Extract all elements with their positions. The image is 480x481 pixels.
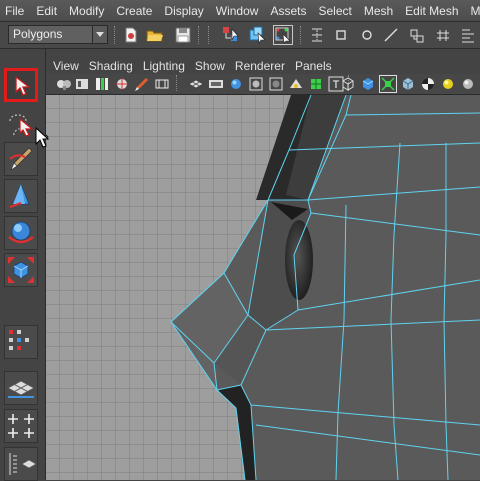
panel-menu-bar: View Shading Lighting Show Renderer Pane… <box>46 57 480 74</box>
select-tool-button[interactable] <box>4 68 38 102</box>
toolbar-divider <box>208 26 211 44</box>
menu-edit-mesh[interactable]: Edit Mesh <box>399 4 464 18</box>
outliner-icon <box>9 453 37 475</box>
history-icon[interactable] <box>460 26 478 44</box>
xray-cube-icon[interactable] <box>400 76 416 92</box>
status-line: Polygons <box>0 22 480 49</box>
new-scene-icon[interactable] <box>122 26 140 44</box>
toolbar-divider <box>176 75 179 91</box>
save-scene-icon[interactable] <box>174 26 192 44</box>
snap-point-icon[interactable] <box>332 26 350 44</box>
menu-assets[interactable]: Assets <box>264 4 312 18</box>
smooth-shade-icon[interactable] <box>228 76 244 92</box>
menu-modify[interactable]: Modify <box>63 4 110 18</box>
flat-shade-icon[interactable] <box>248 76 264 92</box>
open-scene-icon[interactable] <box>146 26 164 44</box>
wireframe-cube-icon[interactable] <box>340 76 356 92</box>
four-view-layout-button[interactable] <box>4 409 38 443</box>
bookmarks-icon[interactable] <box>74 76 90 92</box>
menu-set-dropdown[interactable]: Polygons <box>8 25 108 44</box>
scale-tool-button[interactable] <box>4 253 38 287</box>
paint-select-tool-button[interactable] <box>4 142 38 176</box>
film-gate-icon[interactable] <box>208 76 224 92</box>
perspective-viewport[interactable] <box>46 95 480 480</box>
menu-edit[interactable]: Edit <box>30 4 63 18</box>
shaded-cube-icon[interactable] <box>360 76 376 92</box>
select-hierarchy-icon[interactable] <box>222 26 240 44</box>
menu-set-value: Polygons <box>13 27 63 41</box>
menu-file[interactable]: File <box>0 4 30 18</box>
move-icon <box>9 182 30 208</box>
checker-texture-icon[interactable] <box>420 76 436 92</box>
scale-icon <box>8 257 34 283</box>
wireframe-on-shaded-icon[interactable] <box>379 75 397 93</box>
rotate-tool-button[interactable] <box>4 216 38 250</box>
snap-view-icon[interactable] <box>408 26 426 44</box>
panel-menu-lighting[interactable]: Lighting <box>138 59 190 73</box>
select-object-icon[interactable] <box>248 26 266 44</box>
default-light-icon[interactable] <box>440 76 456 92</box>
grease-pencil-icon[interactable] <box>134 76 150 92</box>
wireframe-shading-icon[interactable] <box>188 76 204 92</box>
select-component-icon[interactable] <box>273 25 293 45</box>
snap-curve-icon[interactable] <box>358 26 376 44</box>
panel-menu-panels[interactable]: Panels <box>290 59 337 73</box>
svg-text:T: T <box>333 79 340 91</box>
toolbar-divider <box>114 26 117 44</box>
image-plane-icon[interactable] <box>94 76 110 92</box>
lasso-tool-button[interactable] <box>4 107 47 144</box>
use-all-lights-icon[interactable] <box>288 76 304 92</box>
move-tool-button[interactable] <box>4 179 38 213</box>
perspective-grid-icon <box>7 380 35 398</box>
rotate-icon <box>8 221 34 244</box>
menu-display[interactable]: Display <box>158 4 209 18</box>
outliner-layout-button[interactable] <box>4 447 38 481</box>
textured-icon[interactable] <box>268 76 284 92</box>
chevron-down-icon <box>92 26 107 43</box>
menu-mesh-tools[interactable]: Mesh <box>465 4 480 18</box>
all-lights-icon[interactable] <box>460 76 476 92</box>
panel-menu-renderer[interactable]: Renderer <box>230 59 290 73</box>
toolbar-divider <box>300 26 303 44</box>
menu-mesh[interactable]: Mesh <box>358 4 399 18</box>
panel-menu-shading[interactable]: Shading <box>84 59 138 73</box>
toolbox <box>0 49 47 481</box>
snap-plane-icon[interactable] <box>434 26 452 44</box>
mouse-pointer-icon <box>35 126 50 148</box>
panel-menu-view[interactable]: View <box>46 59 84 73</box>
snap-line-icon[interactable] <box>382 26 400 44</box>
snap-grid-icon[interactable] <box>308 26 326 44</box>
viewport-canvas <box>46 95 480 480</box>
show-manipulator-tool-button[interactable] <box>4 325 38 359</box>
menu-select[interactable]: Select <box>312 4 357 18</box>
single-perspective-layout-button[interactable] <box>4 371 38 405</box>
layout-icon <box>9 330 29 350</box>
menu-create[interactable]: Create <box>110 4 158 18</box>
paint-select-icon <box>9 147 33 171</box>
camera-attributes-icon[interactable] <box>56 76 72 92</box>
panel-toolbar: T <box>46 74 480 95</box>
menu-window[interactable]: Window <box>210 4 265 18</box>
resolution-gate-icon[interactable] <box>154 76 170 92</box>
eye-sphere <box>285 220 313 300</box>
four-view-icon <box>8 414 34 438</box>
select-arrow-icon <box>15 75 31 96</box>
toolbar-divider <box>198 26 201 44</box>
main-menu-bar: File Edit Modify Create Display Window A… <box>0 0 480 22</box>
two-d-pan-zoom-icon[interactable] <box>114 76 130 92</box>
shadows-icon[interactable] <box>308 76 324 92</box>
panel-menu-show[interactable]: Show <box>190 59 230 73</box>
